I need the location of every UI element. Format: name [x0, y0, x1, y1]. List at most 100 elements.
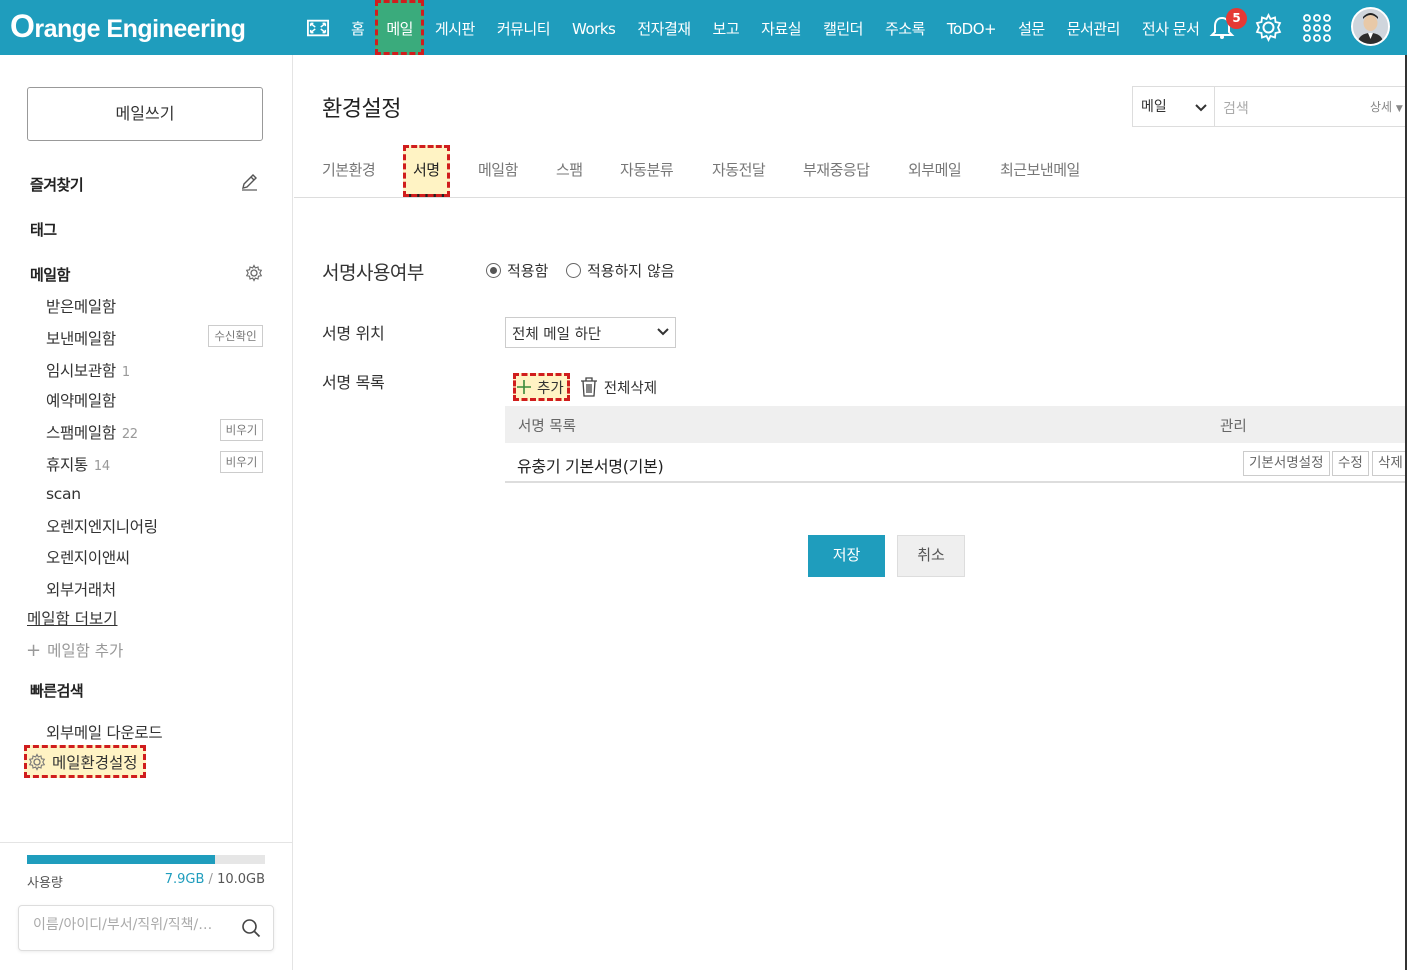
- nav-mail[interactable]: 메일: [375, 0, 424, 55]
- favorites-heading[interactable]: 즐겨찾기: [30, 174, 84, 195]
- usage-used: 7.9GB: [164, 872, 205, 887]
- edit-signature-button[interactable]: 수정: [1332, 451, 1369, 476]
- mailbox-label: 보낸메일함: [46, 330, 116, 348]
- mailbox-spam[interactable]: 스팸메일함 22: [46, 421, 138, 443]
- logo-text: range Engineering: [34, 15, 246, 43]
- signature-list-label: 서명 목록: [322, 373, 385, 392]
- add-mailbox-label: 메일함 추가: [47, 642, 124, 660]
- radio-apply[interactable]: 적용함: [486, 260, 548, 281]
- set-default-signature-button[interactable]: 기본서명설정: [1243, 451, 1330, 476]
- edit-pencil-icon[interactable]: [240, 172, 259, 195]
- mailbox-inbox[interactable]: 받은메일함: [46, 295, 116, 317]
- delete-signature-button[interactable]: 삭제: [1372, 451, 1407, 476]
- radio-apply-label: 적용함: [507, 262, 549, 280]
- external-mail-download-link[interactable]: 외부메일 다운로드: [46, 721, 163, 743]
- empty-trash-button[interactable]: 비우기: [220, 451, 263, 473]
- tab-external-mail[interactable]: 외부메일: [908, 159, 962, 180]
- company-logo[interactable]: Orange Engineering: [10, 8, 246, 45]
- tab-signature[interactable]: 서명: [403, 145, 450, 197]
- mailbox-sent[interactable]: 보낸메일함: [46, 327, 116, 349]
- mailbox-orange-enc[interactable]: 오렌지이앤씨: [46, 546, 130, 568]
- user-avatar[interactable]: [1351, 7, 1390, 46]
- nav-archive[interactable]: 자료실: [750, 0, 812, 55]
- nav-home[interactable]: 홈: [340, 0, 375, 55]
- mailbox-scheduled[interactable]: 예약메일함: [46, 389, 116, 411]
- tab-basic[interactable]: 기본환경: [322, 159, 376, 180]
- empty-spam-button[interactable]: 비우기: [220, 419, 263, 441]
- page-title: 환경설정: [322, 97, 401, 122]
- more-mailboxes-link[interactable]: 메일함 더보기: [27, 607, 118, 629]
- mailbox-drafts[interactable]: 임시보관함 1: [46, 359, 130, 381]
- tab-mailbox[interactable]: 메일함: [478, 159, 518, 180]
- tab-auto-forward[interactable]: 자동전달: [712, 159, 766, 180]
- mailbox-label: 오렌지이앤씨: [46, 549, 130, 567]
- trash-icon: [580, 377, 598, 397]
- delete-all-button[interactable]: 전체삭제: [580, 377, 657, 398]
- search-scope-value: 메일: [1141, 99, 1167, 115]
- signature-name[interactable]: 유충기 기본서명(기본): [517, 453, 664, 477]
- read-receipt-button[interactable]: 수신확인: [208, 325, 263, 347]
- mailbox-label: scan: [46, 485, 81, 503]
- usage-total: 10.0GB: [217, 872, 265, 887]
- mailbox-heading[interactable]: 메일함: [30, 264, 70, 285]
- nav-company-documents[interactable]: 전사 문서: [1131, 0, 1201, 55]
- nav-todo[interactable]: ToDO+: [936, 0, 1007, 55]
- save-button[interactable]: 저장: [808, 535, 885, 577]
- nav-calendar[interactable]: 캘린더: [812, 0, 874, 55]
- cancel-button[interactable]: 취소: [897, 535, 965, 577]
- storage-usage-row: 사용량 7.9GB / 10.0GB: [27, 872, 265, 891]
- notification-badge: 5: [1226, 8, 1247, 29]
- signature-position-select[interactable]: 전체 메일 하단: [505, 317, 676, 348]
- mail-settings-link[interactable]: 메일환경설정: [24, 745, 146, 778]
- mailbox-count: 1: [121, 365, 130, 380]
- compose-mail-button[interactable]: 메일쓰기: [27, 87, 263, 141]
- mailbox-count: 14: [93, 459, 110, 474]
- mailbox-label: 임시보관함: [46, 362, 116, 380]
- nav-address-book[interactable]: 주소록: [874, 0, 936, 55]
- signature-use-label: 서명사용여부: [322, 262, 424, 284]
- add-signature-button[interactable]: 추가: [513, 373, 570, 401]
- column-header-signature: 서명 목록: [518, 419, 576, 435]
- chevron-down-icon: [1195, 100, 1207, 116]
- settings-gear-icon[interactable]: [1254, 12, 1283, 46]
- app-grid-icon[interactable]: [1302, 13, 1332, 47]
- mail-search-box: 메일 검색 상세 ▼: [1132, 86, 1407, 127]
- search-input[interactable]: 검색: [1223, 98, 1249, 118]
- nav-report[interactable]: 보고: [702, 0, 751, 55]
- radio-not-apply-label: 적용하지 않음: [587, 262, 675, 280]
- search-icon[interactable]: [241, 918, 261, 942]
- radio-unselected-icon: [566, 263, 581, 278]
- nav-community[interactable]: 커뮤니티: [486, 0, 561, 55]
- nav-approval[interactable]: 전자결재: [626, 0, 701, 55]
- nav-survey[interactable]: 설문: [1007, 0, 1056, 55]
- mailbox-gear-icon[interactable]: [245, 264, 263, 286]
- tab-auto-classify[interactable]: 자동분류: [620, 159, 674, 180]
- mailbox-trash[interactable]: 휴지통 14: [46, 453, 110, 475]
- nav-document-management[interactable]: 문서관리: [1056, 0, 1131, 55]
- people-search-input[interactable]: [33, 917, 233, 933]
- tab-spam[interactable]: 스팸: [556, 159, 583, 180]
- search-scope-select[interactable]: 메일: [1133, 87, 1215, 126]
- tags-heading[interactable]: 태그: [30, 219, 57, 240]
- tab-away-reply[interactable]: 부재중응답: [803, 159, 870, 180]
- signature-position-label: 서명 위치: [322, 324, 385, 343]
- signature-table-header: 서명 목록 관리: [505, 406, 1407, 443]
- search-detail-label: 상세: [1370, 100, 1393, 114]
- signature-list-actions: 추가 전체삭제: [513, 373, 657, 401]
- main-content: 환경설정 메일 검색 상세 ▼ 기본환경 서명 메일함 스팸 자동분류 자동전달…: [294, 55, 1407, 970]
- tab-recently-sent[interactable]: 최근보낸메일: [1000, 159, 1080, 180]
- settings-gear-icon: [28, 752, 46, 771]
- usage-label: 사용량: [27, 876, 63, 891]
- expand-icon[interactable]: [296, 0, 340, 55]
- nav-works[interactable]: Works: [561, 0, 626, 55]
- signature-position-value: 전체 메일 하단: [512, 327, 602, 343]
- nav-board[interactable]: 게시판: [424, 0, 486, 55]
- quick-search-heading[interactable]: 빠른검색: [30, 680, 84, 701]
- add-mailbox-button[interactable]: + 메일함 추가: [26, 639, 123, 661]
- mailbox-orange-engineering[interactable]: 오렌지엔지니어링: [46, 515, 158, 537]
- mailbox-scan[interactable]: scan: [46, 485, 81, 503]
- plus-icon: [517, 380, 531, 394]
- mailbox-external-partners[interactable]: 외부거래처: [46, 578, 116, 600]
- search-detail-toggle[interactable]: 상세 ▼: [1370, 98, 1403, 115]
- radio-not-apply[interactable]: 적용하지 않음: [566, 260, 675, 281]
